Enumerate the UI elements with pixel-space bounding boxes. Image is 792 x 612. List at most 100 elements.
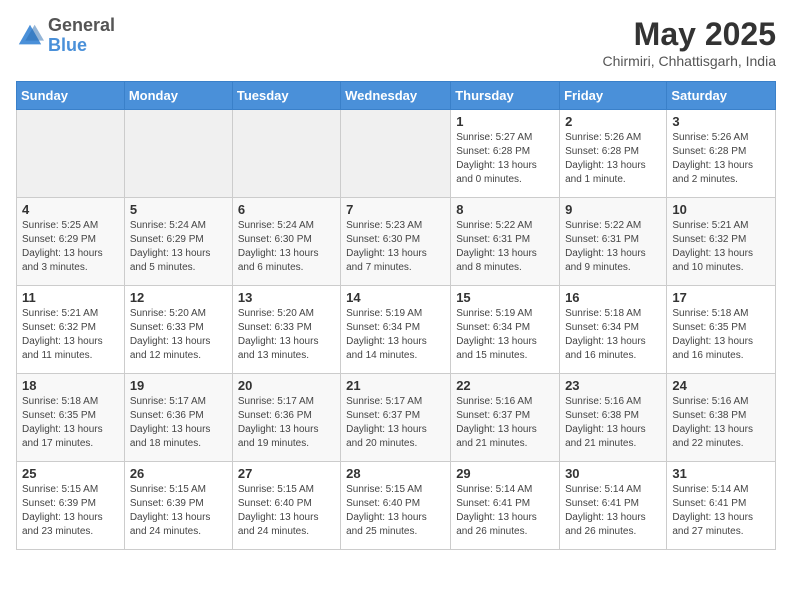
day-info: Sunrise: 5:26 AM Sunset: 6:28 PM Dayligh… — [565, 131, 661, 187]
calendar-cell: 2 Sunrise: 5:26 AM Sunset: 6:28 PM Daylig… — [560, 110, 667, 198]
day-number: 29 — [456, 466, 554, 481]
calendar-cell: 15 Sunrise: 5:19 AM Sunset: 6:34 PM Dayli… — [451, 286, 560, 374]
day-info: Sunrise: 5:17 AM Sunset: 6:37 PM Dayligh… — [346, 395, 445, 451]
calendar-cell: 12 Sunrise: 5:20 AM Sunset: 6:33 PM Dayli… — [124, 286, 232, 374]
weekday-header-friday: Friday — [560, 82, 667, 110]
day-info: Sunrise: 5:24 AM Sunset: 6:30 PM Dayligh… — [238, 219, 335, 275]
day-number: 25 — [22, 466, 119, 481]
weekday-header-saturday: Saturday — [667, 82, 776, 110]
day-info: Sunrise: 5:21 AM Sunset: 6:32 PM Dayligh… — [22, 307, 119, 363]
day-number: 19 — [130, 378, 227, 393]
calendar-cell: 13Sunrise: 5:20 AM Sunset: 6:33 PM Dayli… — [232, 286, 340, 374]
calendar-cell: 25 Sunrise: 5:15 AM Sunset: 6:39 PM Dayli… — [17, 462, 125, 550]
day-number: 2 — [565, 114, 661, 129]
calendar-cell: 29 Sunrise: 5:14 AM Sunset: 6:41 PM Dayli… — [451, 462, 560, 550]
day-info: Sunrise: 5:27 AM Sunset: 6:28 PM Dayligh… — [456, 131, 554, 187]
logo-blue: Blue — [48, 36, 115, 56]
calendar-cell — [341, 110, 451, 198]
day-info: Sunrise: 5:14 AM Sunset: 6:41 PM Dayligh… — [672, 483, 770, 539]
day-number: 6 — [238, 202, 335, 217]
day-info: Sunrise: 5:18 AM Sunset: 6:35 PM Dayligh… — [22, 395, 119, 451]
day-number: 22 — [456, 378, 554, 393]
day-number: 10 — [672, 202, 770, 217]
day-number: 7 — [346, 202, 445, 217]
day-number: 3 — [672, 114, 770, 129]
day-number: 15 — [456, 290, 554, 305]
week-row-4: 18 Sunrise: 5:18 AM Sunset: 6:35 PM Dayli… — [17, 374, 776, 462]
page-header: General Blue May 2025 Chirmiri, Chhattis… — [16, 16, 776, 69]
day-number: 24 — [672, 378, 770, 393]
logo-icon — [16, 22, 44, 50]
weekday-header-monday: Monday — [124, 82, 232, 110]
week-row-3: 11 Sunrise: 5:21 AM Sunset: 6:32 PM Dayli… — [17, 286, 776, 374]
day-info: Sunrise: 5:15 AM Sunset: 6:39 PM Dayligh… — [22, 483, 119, 539]
day-info: Sunrise: 5:18 AM Sunset: 6:34 PM Dayligh… — [565, 307, 661, 363]
day-number: 12 — [130, 290, 227, 305]
calendar-cell: 7Sunrise: 5:23 AM Sunset: 6:30 PM Daylig… — [341, 198, 451, 286]
calendar-cell: 3 Sunrise: 5:26 AM Sunset: 6:28 PM Daylig… — [667, 110, 776, 198]
day-number: 30 — [565, 466, 661, 481]
day-info: Sunrise: 5:17 AM Sunset: 6:36 PM Dayligh… — [238, 395, 335, 451]
day-number: 16 — [565, 290, 661, 305]
title-area: May 2025 Chirmiri, Chhattisgarh, India — [602, 16, 776, 69]
day-number: 17 — [672, 290, 770, 305]
day-number: 31 — [672, 466, 770, 481]
day-number: 18 — [22, 378, 119, 393]
calendar-cell: 30 Sunrise: 5:14 AM Sunset: 6:41 PM Dayli… — [560, 462, 667, 550]
day-number: 1 — [456, 114, 554, 129]
weekday-header-sunday: Sunday — [17, 82, 125, 110]
week-row-5: 25 Sunrise: 5:15 AM Sunset: 6:39 PM Dayli… — [17, 462, 776, 550]
logo: General Blue — [16, 16, 115, 56]
day-info: Sunrise: 5:18 AM Sunset: 6:35 PM Dayligh… — [672, 307, 770, 363]
day-number: 4 — [22, 202, 119, 217]
day-number: 28 — [346, 466, 445, 481]
day-info: Sunrise: 5:22 AM Sunset: 6:31 PM Dayligh… — [456, 219, 554, 275]
day-number: 26 — [130, 466, 227, 481]
calendar-cell: 18 Sunrise: 5:18 AM Sunset: 6:35 PM Dayli… — [17, 374, 125, 462]
day-number: 9 — [565, 202, 661, 217]
day-info: Sunrise: 5:19 AM Sunset: 6:34 PM Dayligh… — [456, 307, 554, 363]
calendar-cell: 21 Sunrise: 5:17 AM Sunset: 6:37 PM Dayli… — [341, 374, 451, 462]
logo-general: General — [48, 16, 115, 36]
day-number: 20 — [238, 378, 335, 393]
calendar-cell: 14 Sunrise: 5:19 AM Sunset: 6:34 PM Dayli… — [341, 286, 451, 374]
day-info: Sunrise: 5:15 AM Sunset: 6:39 PM Dayligh… — [130, 483, 227, 539]
weekday-header-row: SundayMondayTuesdayWednesdayThursdayFrid… — [17, 82, 776, 110]
day-number: 8 — [456, 202, 554, 217]
day-info: Sunrise: 5:15 AM Sunset: 6:40 PM Dayligh… — [238, 483, 335, 539]
calendar-cell: 22Sunrise: 5:16 AM Sunset: 6:37 PM Dayli… — [451, 374, 560, 462]
weekday-header-thursday: Thursday — [451, 82, 560, 110]
day-number: 11 — [22, 290, 119, 305]
calendar-cell: 16 Sunrise: 5:18 AM Sunset: 6:34 PM Dayli… — [560, 286, 667, 374]
day-info: Sunrise: 5:25 AM Sunset: 6:29 PM Dayligh… — [22, 219, 119, 275]
day-info: Sunrise: 5:26 AM Sunset: 6:28 PM Dayligh… — [672, 131, 770, 187]
calendar-table: SundayMondayTuesdayWednesdayThursdayFrid… — [16, 81, 776, 550]
day-number: 23 — [565, 378, 661, 393]
calendar-cell: 31 Sunrise: 5:14 AM Sunset: 6:41 PM Dayli… — [667, 462, 776, 550]
weekday-header-tuesday: Tuesday — [232, 82, 340, 110]
calendar-cell: 6 Sunrise: 5:24 AM Sunset: 6:30 PM Daylig… — [232, 198, 340, 286]
day-number: 14 — [346, 290, 445, 305]
day-info: Sunrise: 5:15 AM Sunset: 6:40 PM Dayligh… — [346, 483, 445, 539]
calendar-cell: 26 Sunrise: 5:15 AM Sunset: 6:39 PM Dayli… — [124, 462, 232, 550]
calendar-cell: 10 Sunrise: 5:21 AM Sunset: 6:32 PM Dayli… — [667, 198, 776, 286]
calendar-cell: 8 Sunrise: 5:22 AM Sunset: 6:31 PM Daylig… — [451, 198, 560, 286]
month-title: May 2025 — [602, 16, 776, 53]
day-info: Sunrise: 5:14 AM Sunset: 6:41 PM Dayligh… — [565, 483, 661, 539]
day-number: 21 — [346, 378, 445, 393]
day-info: Sunrise: 5:17 AM Sunset: 6:36 PM Dayligh… — [130, 395, 227, 451]
calendar-cell: 20 Sunrise: 5:17 AM Sunset: 6:36 PM Dayli… — [232, 374, 340, 462]
week-row-2: 4 Sunrise: 5:25 AM Sunset: 6:29 PM Daylig… — [17, 198, 776, 286]
day-info: Sunrise: 5:21 AM Sunset: 6:32 PM Dayligh… — [672, 219, 770, 275]
calendar-cell: 17 Sunrise: 5:18 AM Sunset: 6:35 PM Dayli… — [667, 286, 776, 374]
day-info: Sunrise: 5:24 AM Sunset: 6:29 PM Dayligh… — [130, 219, 227, 275]
day-number: 27 — [238, 466, 335, 481]
day-info: Sunrise: 5:20 AM Sunset: 6:33 PM Dayligh… — [130, 307, 227, 363]
day-info: Sunrise: 5:19 AM Sunset: 6:34 PM Dayligh… — [346, 307, 445, 363]
calendar-cell — [17, 110, 125, 198]
calendar-cell: 1 Sunrise: 5:27 AM Sunset: 6:28 PM Daylig… — [451, 110, 560, 198]
day-info: Sunrise: 5:14 AM Sunset: 6:41 PM Dayligh… — [456, 483, 554, 539]
calendar-cell — [232, 110, 340, 198]
weekday-header-wednesday: Wednesday — [341, 82, 451, 110]
day-info: Sunrise: 5:16 AM Sunset: 6:38 PM Dayligh… — [672, 395, 770, 451]
